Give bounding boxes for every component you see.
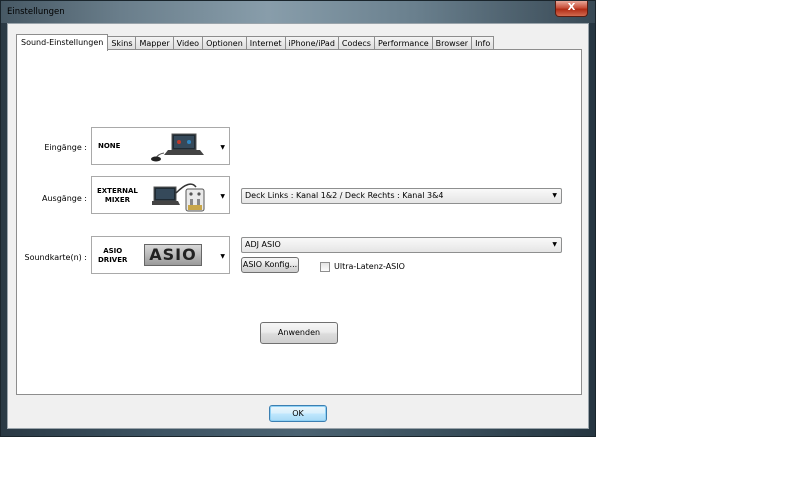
asio-logo: ASIO — [144, 244, 202, 266]
output-routing-select[interactable]: Deck Links : Kanal 1&2 / Deck Rechts : K… — [241, 188, 562, 204]
ultra-latency-checkbox[interactable] — [320, 262, 330, 272]
tab-options[interactable]: Optionen — [203, 36, 247, 50]
tab-sound-settings[interactable]: Sound-Einstellungen — [16, 34, 109, 51]
chevron-down-icon: ▼ — [220, 144, 225, 151]
close-button[interactable]: X — [555, 1, 588, 17]
ultra-latency-label: Ultra-Latenz-ASIO — [334, 262, 405, 271]
soundcard-device-select[interactable]: ADJ ASIO ▼ — [241, 237, 562, 253]
output-routing-value: Deck Links : Kanal 1&2 / Deck Rechts : K… — [245, 191, 444, 200]
outputs-value-line2: MIXER — [104, 196, 130, 204]
inputs-value: NONE — [98, 142, 121, 150]
asio-config-button[interactable]: ASIO Konfig... — [241, 257, 299, 273]
soundcard-value-line2: DRIVER — [98, 256, 128, 264]
tab-skins[interactable]: Skins — [108, 36, 137, 50]
laptop-with-mixer-icon — [152, 183, 205, 212]
tab-codecs[interactable]: Codecs — [338, 36, 375, 50]
sound-settings-panel: Eingänge : NONE ▼ Ausgänge : EXTERNAL MI… — [16, 49, 582, 395]
outputs-label: Ausgänge : — [42, 194, 87, 203]
outputs-selector[interactable]: EXTERNAL MIXER ▼ — [91, 176, 230, 214]
settings-window: Einstellungen X Sound-Einstellungen Skin… — [0, 0, 596, 437]
tab-video[interactable]: Video — [173, 36, 204, 50]
soundcard-label: Soundkarte(n) : — [24, 253, 87, 262]
apply-button[interactable]: Anwenden — [260, 322, 338, 344]
soundcard-value: ASIO DRIVER — [98, 247, 127, 265]
chevron-down-icon: ▼ — [220, 253, 225, 260]
chevron-down-icon: ▼ — [552, 241, 557, 248]
asio-logo-text: ASIO — [149, 245, 197, 264]
chevron-down-icon: ▼ — [220, 193, 225, 200]
soundcard-value-line1: ASIO — [103, 247, 123, 255]
tab-strip: Sound-Einstellungen Skins Mapper Video O… — [16, 34, 495, 51]
window-title: Einstellungen — [7, 7, 65, 17]
dialog-client-area: Sound-Einstellungen Skins Mapper Video O… — [7, 23, 589, 429]
laptop-with-mouse-icon — [151, 133, 204, 162]
ok-button[interactable]: OK — [269, 405, 327, 422]
outputs-value: EXTERNAL MIXER — [97, 187, 138, 205]
tab-info[interactable]: Info — [472, 36, 495, 50]
tab-internet[interactable]: Internet — [246, 36, 286, 50]
tab-performance[interactable]: Performance — [374, 36, 433, 50]
tab-iphone-ipad[interactable]: iPhone/iPad — [285, 36, 339, 50]
inputs-selector[interactable]: NONE ▼ — [91, 127, 230, 165]
tab-mapper[interactable]: Mapper — [136, 36, 174, 50]
outputs-value-line1: EXTERNAL — [97, 187, 138, 195]
soundcard-device-value: ADJ ASIO — [245, 240, 281, 249]
soundcard-selector[interactable]: ASIO DRIVER ASIO ▼ — [91, 236, 230, 274]
chevron-down-icon: ▼ — [552, 192, 557, 199]
inputs-label: Eingänge : — [44, 143, 87, 152]
tab-browser[interactable]: Browser — [432, 36, 473, 50]
